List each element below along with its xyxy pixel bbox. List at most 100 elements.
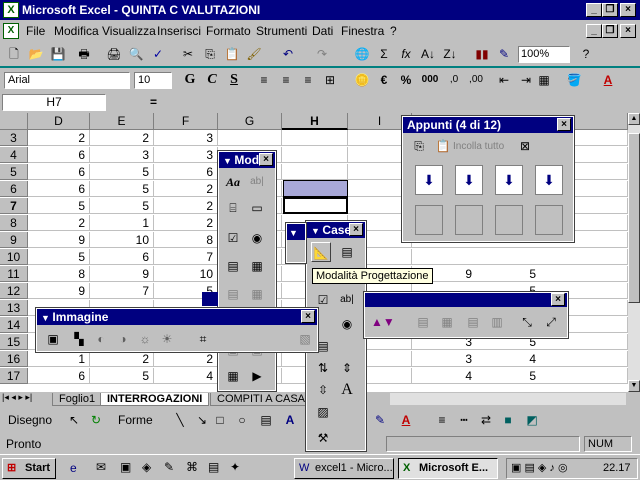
palette-strip[interactable]	[202, 292, 218, 306]
menu-help[interactable]: ?	[390, 24, 397, 38]
cell-d5[interactable]: 6	[28, 164, 90, 180]
merge-center-icon[interactable]: ⊞	[320, 71, 340, 89]
cb-image-icon[interactable]: ▨	[313, 402, 333, 422]
more-contrast-icon[interactable]: ◐	[91, 329, 111, 349]
drawing-icon[interactable]: ✎	[494, 45, 514, 63]
menu-formato[interactable]: Formato	[206, 24, 251, 38]
select-all[interactable]	[0, 113, 28, 130]
insert-picture-icon[interactable]: ▣	[43, 329, 63, 349]
3d-icon[interactable]: ◩	[522, 411, 542, 429]
cell-e4[interactable]: 3	[90, 147, 154, 163]
close-button[interactable]: ×	[620, 3, 636, 17]
label-tool[interactable]: Aa	[223, 172, 243, 192]
explorer-icon[interactable]: ▤	[208, 460, 219, 474]
align-right-icon[interactable]: ≡	[298, 71, 318, 89]
ie-icon[interactable]: e	[70, 461, 77, 475]
cell-e6[interactable]: 5	[90, 181, 154, 197]
select-objects-icon[interactable]: ↖	[64, 411, 84, 429]
outlook-icon[interactable]: ✉	[96, 460, 106, 474]
tab-nav-icons[interactable]: |◂ ◂ ▸ ▸|	[2, 392, 32, 403]
draw-font-color-icon[interactable]: A	[396, 411, 416, 429]
cell-e3[interactable]: 2	[90, 130, 154, 146]
tray-icons[interactable]: ▣ ▤ ◈ ♪ ◎	[511, 461, 568, 474]
line-icon[interactable]: ╲	[170, 411, 190, 429]
cell-f10[interactable]: 7	[154, 249, 218, 265]
sort-desc-icon[interactable]: Z↓	[440, 45, 460, 63]
copy-clip-icon[interactable]: ⎘	[409, 136, 429, 156]
scroll-down-icon[interactable]: ▼	[628, 380, 640, 392]
active-cell[interactable]	[283, 197, 348, 214]
cell-f6[interactable]: 2	[154, 181, 218, 197]
underline-button[interactable]: S	[224, 71, 244, 89]
cell-f5[interactable]: 6	[154, 164, 218, 180]
appunti-title-bar[interactable]: Appunti (4 di 12) ×	[403, 117, 573, 133]
disegno-menu[interactable]: Disegno	[8, 413, 52, 427]
cb-more-controls-icon[interactable]: ⚒	[313, 428, 333, 448]
doc-restore-button[interactable]: ❐	[602, 24, 618, 38]
combo-list-icon[interactable]: ▤	[223, 284, 243, 304]
font-select[interactable]: Arial	[4, 72, 130, 89]
hidden-palette-edge[interactable]: ▼	[285, 222, 307, 264]
moduli-title-bar[interactable]: ▼ Mod ×	[219, 152, 275, 168]
thousands-button[interactable]: 000	[420, 71, 440, 89]
clip-item-3[interactable]: ⬇	[495, 165, 523, 195]
cell-d12[interactable]: 9	[28, 283, 90, 299]
checkbox-icon[interactable]: ☑	[223, 228, 243, 248]
autosum-icon[interactable]: Σ	[374, 45, 394, 63]
cell-e9[interactable]: 10	[90, 232, 154, 248]
cell-e16[interactable]: 2	[90, 351, 154, 367]
zoom-select[interactable]: 100%	[518, 46, 570, 63]
clip-item-1[interactable]: ⬇	[415, 165, 443, 195]
cell-value-j[interactable]: 4	[476, 351, 540, 367]
less-contrast-icon[interactable]: ◑	[113, 329, 133, 349]
group-box-icon[interactable]: ⌸	[223, 198, 243, 218]
preview-icon[interactable]: 🔍	[126, 45, 146, 63]
cb-scrollbar-icon[interactable]: ⇅	[313, 358, 333, 378]
scroll-thumb[interactable]	[628, 133, 640, 303]
cell-d7[interactable]: 5	[28, 198, 90, 214]
cell-f8[interactable]: 2	[154, 215, 218, 231]
moduli-close-icon[interactable]: ×	[259, 153, 273, 166]
menu-strumenti[interactable]: Strumenti	[256, 24, 307, 38]
textbox-icon[interactable]: ▤	[256, 411, 276, 429]
cell-e8[interactable]: 1	[90, 215, 154, 231]
clear-clipboard-icon[interactable]: ⊠	[515, 136, 535, 156]
row-header[interactable]: 12	[0, 283, 28, 299]
row-header[interactable]: 6	[0, 181, 28, 197]
paste-icon[interactable]: 📋	[222, 45, 242, 63]
image-control-icon[interactable]: ▚	[69, 329, 89, 349]
casella-title-bar[interactable]: ▼ Case ×	[307, 222, 365, 238]
cell-d10[interactable]: 5	[28, 249, 90, 265]
paste-all-icon[interactable]: 📋	[433, 136, 453, 156]
cell-d11[interactable]: 8	[28, 266, 90, 282]
align-left-icon[interactable]: ≡	[254, 71, 274, 89]
oval-icon[interactable]: ○	[232, 411, 252, 429]
clip-item-4[interactable]: ⬇	[535, 165, 563, 195]
by-column-icon[interactable]: ▥	[487, 312, 507, 332]
scroll-up-icon[interactable]: ▲	[628, 113, 640, 125]
italic-button[interactable]: C	[202, 71, 222, 89]
currency-icon[interactable]: 🪙	[352, 71, 372, 89]
row-header[interactable]: 4	[0, 147, 28, 163]
save-icon[interactable]: 💾	[48, 45, 68, 63]
chart-type-icon[interactable]: ▲▼	[371, 312, 395, 332]
font-size-select[interactable]: 10	[134, 72, 172, 89]
cell-d8[interactable]: 2	[28, 215, 90, 231]
data-table-icon[interactable]: ▦	[437, 312, 457, 332]
help-icon[interactable]: ?	[576, 45, 596, 63]
task-microsoft-excel[interactable]: X Microsoft E...	[398, 458, 498, 479]
doc-close-button[interactable]: ×	[620, 24, 636, 38]
menu-modifica[interactable]: Modifica	[54, 24, 99, 38]
cell-h5[interactable]	[282, 164, 348, 180]
format-painter-icon[interactable]: 🖌	[244, 45, 264, 63]
restore-button[interactable]: ❐	[602, 3, 618, 17]
tab-interrogazioni[interactable]: INTERROGAZIONI	[100, 393, 210, 406]
cell-d9[interactable]: 9	[28, 232, 90, 248]
cell-value-j[interactable]: 5	[476, 368, 540, 384]
mouse-icon[interactable]: ⌘	[186, 460, 198, 474]
legend-icon[interactable]: ▤	[413, 312, 433, 332]
less-brightness-icon[interactable]: ☀	[157, 329, 177, 349]
menu-dati[interactable]: Dati	[312, 24, 333, 38]
channels-icon[interactable]: ◈	[142, 460, 151, 474]
quicklaunch-icon[interactable]: ✎	[164, 460, 174, 474]
